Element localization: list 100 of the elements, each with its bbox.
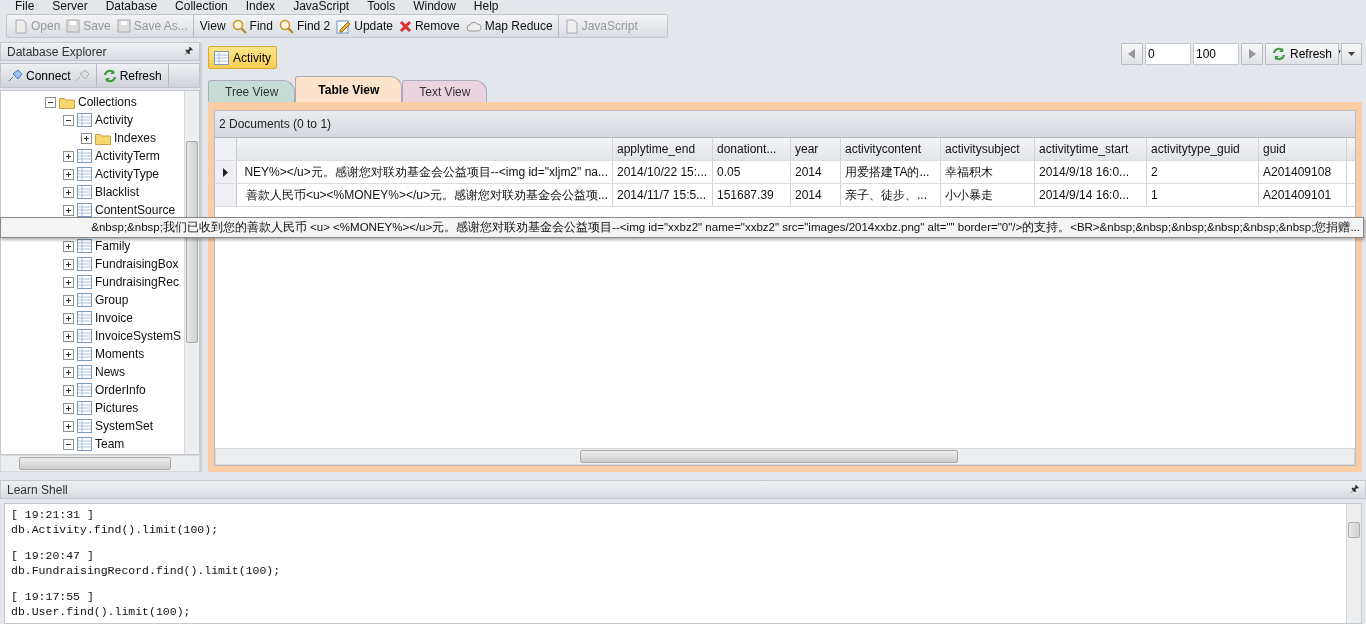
tree-item[interactable]: Pictures xyxy=(95,401,139,415)
toolbar-button[interactable]: Remove xyxy=(395,15,463,37)
edit-icon xyxy=(336,18,352,34)
expand-icon[interactable] xyxy=(81,132,92,144)
tree-item[interactable]: ContentSource xyxy=(95,203,176,217)
tree-item[interactable]: Invoice xyxy=(95,311,134,325)
expand-icon[interactable] xyxy=(63,276,74,288)
expand-icon[interactable] xyxy=(63,348,74,360)
tree-item[interactable]: Team xyxy=(95,437,125,451)
skip-field[interactable]: 0 xyxy=(1144,43,1191,65)
expand-icon[interactable] xyxy=(63,240,74,252)
table-cell: 1 xyxy=(1147,184,1259,206)
limit-field[interactable]: 100 xyxy=(1192,43,1239,65)
column-header[interactable]: activitytype_guid xyxy=(1147,138,1259,160)
tree-item[interactable]: Activity xyxy=(95,113,133,127)
expand-icon[interactable] xyxy=(63,186,74,198)
table-cell: 2014/9/18 16:0... xyxy=(1035,161,1147,183)
tree-item[interactable]: Collections xyxy=(78,95,137,109)
table-cell: 2014 xyxy=(791,161,841,183)
menu-item[interactable]: Tools xyxy=(358,0,405,12)
scrollbar[interactable] xyxy=(184,91,199,454)
tree-item[interactable]: Blacklist xyxy=(95,185,139,199)
collapse-icon[interactable] xyxy=(45,96,56,108)
expand-icon[interactable] xyxy=(63,402,74,414)
table-cell: 2014/11/7 15:5... xyxy=(613,184,713,206)
tree-item[interactable]: InvoiceSystemS xyxy=(95,329,182,343)
table-icon xyxy=(77,113,92,127)
tree-item[interactable]: Group xyxy=(95,293,129,307)
page-icon xyxy=(14,18,28,34)
column-header[interactable]: applytime_end xyxy=(613,138,713,160)
tree-item[interactable]: FundraisingRec xyxy=(95,275,180,289)
tree-item[interactable]: OrderInfo xyxy=(95,383,146,397)
refresh-button[interactable]: Refresh xyxy=(96,64,169,87)
toolbar-button[interactable]: Find xyxy=(228,15,276,37)
column-header[interactable]: activitytime_start xyxy=(1035,138,1147,160)
expand-icon[interactable] xyxy=(63,294,74,306)
column-header[interactable]: activitycontent xyxy=(841,138,941,160)
expand-icon[interactable] xyxy=(63,366,74,378)
menu-item[interactable]: Collection xyxy=(166,0,237,12)
row-header[interactable] xyxy=(215,161,237,183)
expand-icon[interactable] xyxy=(63,258,74,270)
toolbar-button[interactable]: View xyxy=(192,15,229,37)
table-cell: NEY%></u>元。感谢您对联劝基金会公益项目--<img id="xljm2" na... xyxy=(237,161,613,183)
collapse-icon[interactable] xyxy=(63,438,74,450)
previous-button[interactable] xyxy=(1120,43,1143,65)
panel-title: Database Explorer xyxy=(7,44,107,59)
tree-item[interactable]: ActivityType xyxy=(95,167,160,181)
column-header[interactable]: donationt... xyxy=(713,138,791,160)
toolbar-button[interactable]: Map Reduce xyxy=(462,15,556,37)
tree-item[interactable]: SystemSet xyxy=(95,419,154,433)
view-tab[interactable]: Table View xyxy=(295,76,403,102)
right-arrow-icon xyxy=(1247,49,1256,59)
menu-item[interactable]: Index xyxy=(236,0,285,12)
tree-item[interactable]: Moments xyxy=(95,347,145,361)
column-header[interactable]: guid xyxy=(1259,138,1347,160)
menu-item[interactable]: File xyxy=(6,0,44,12)
connect-button[interactable]: Connect xyxy=(1,64,97,87)
view-tab[interactable]: Tree View xyxy=(208,80,296,102)
expand-icon[interactable] xyxy=(63,150,74,162)
tree-item[interactable]: FundraisingBox xyxy=(95,257,179,271)
toolbar-button[interactable]: Find 2 xyxy=(275,15,334,37)
menu-item[interactable]: JavaScript xyxy=(284,0,359,12)
table-icon xyxy=(77,149,92,163)
expand-icon[interactable] xyxy=(63,204,74,216)
menu-item[interactable]: Database xyxy=(96,0,167,12)
scrollbar[interactable] xyxy=(1346,504,1361,623)
expand-icon[interactable] xyxy=(63,168,74,180)
scrollbar[interactable] xyxy=(215,448,1355,465)
expand-icon[interactable] xyxy=(63,330,74,342)
shell-command: db.Activity.find().limit(100); xyxy=(11,522,220,537)
tree-item[interactable]: Indexes xyxy=(114,131,157,145)
expand-icon[interactable] xyxy=(63,384,74,396)
toolbar-button[interactable]: Update xyxy=(333,15,396,37)
pin-icon[interactable]: 🖈 xyxy=(184,43,193,60)
dropdown-button[interactable] xyxy=(1341,43,1362,65)
column-header[interactable]: activitysubject xyxy=(941,138,1035,160)
menu-item[interactable]: Help xyxy=(464,0,508,12)
plug-icon xyxy=(7,68,23,83)
scrollbar[interactable] xyxy=(0,455,200,472)
expand-icon[interactable] xyxy=(63,312,74,324)
table-icon xyxy=(77,275,92,289)
document-tab[interactable]: Activity xyxy=(208,46,277,69)
panel-title: Learn Shell xyxy=(7,482,68,497)
tree-item[interactable]: Family xyxy=(95,239,131,253)
next-button[interactable] xyxy=(1240,43,1263,65)
plug-icon xyxy=(73,68,90,83)
table-cell: A201409101 xyxy=(1259,184,1347,206)
menu-item[interactable]: Window xyxy=(404,0,465,12)
table-cell: 用爱搭建TA的... xyxy=(841,161,941,183)
column-header[interactable]: year xyxy=(791,138,841,160)
table-icon xyxy=(77,419,92,433)
menu-item[interactable]: Server xyxy=(43,0,97,12)
tree-item[interactable]: ActivityTerm xyxy=(95,149,160,163)
expand-icon[interactable] xyxy=(63,420,74,432)
view-tab[interactable]: Text View xyxy=(402,80,488,102)
folder-icon xyxy=(95,131,111,145)
refresh-button[interactable]: Refresh xyxy=(1264,43,1339,65)
tree-item[interactable]: News xyxy=(95,365,125,379)
pin-icon[interactable]: 🖈 xyxy=(1350,481,1359,498)
collapse-icon[interactable] xyxy=(63,114,74,126)
